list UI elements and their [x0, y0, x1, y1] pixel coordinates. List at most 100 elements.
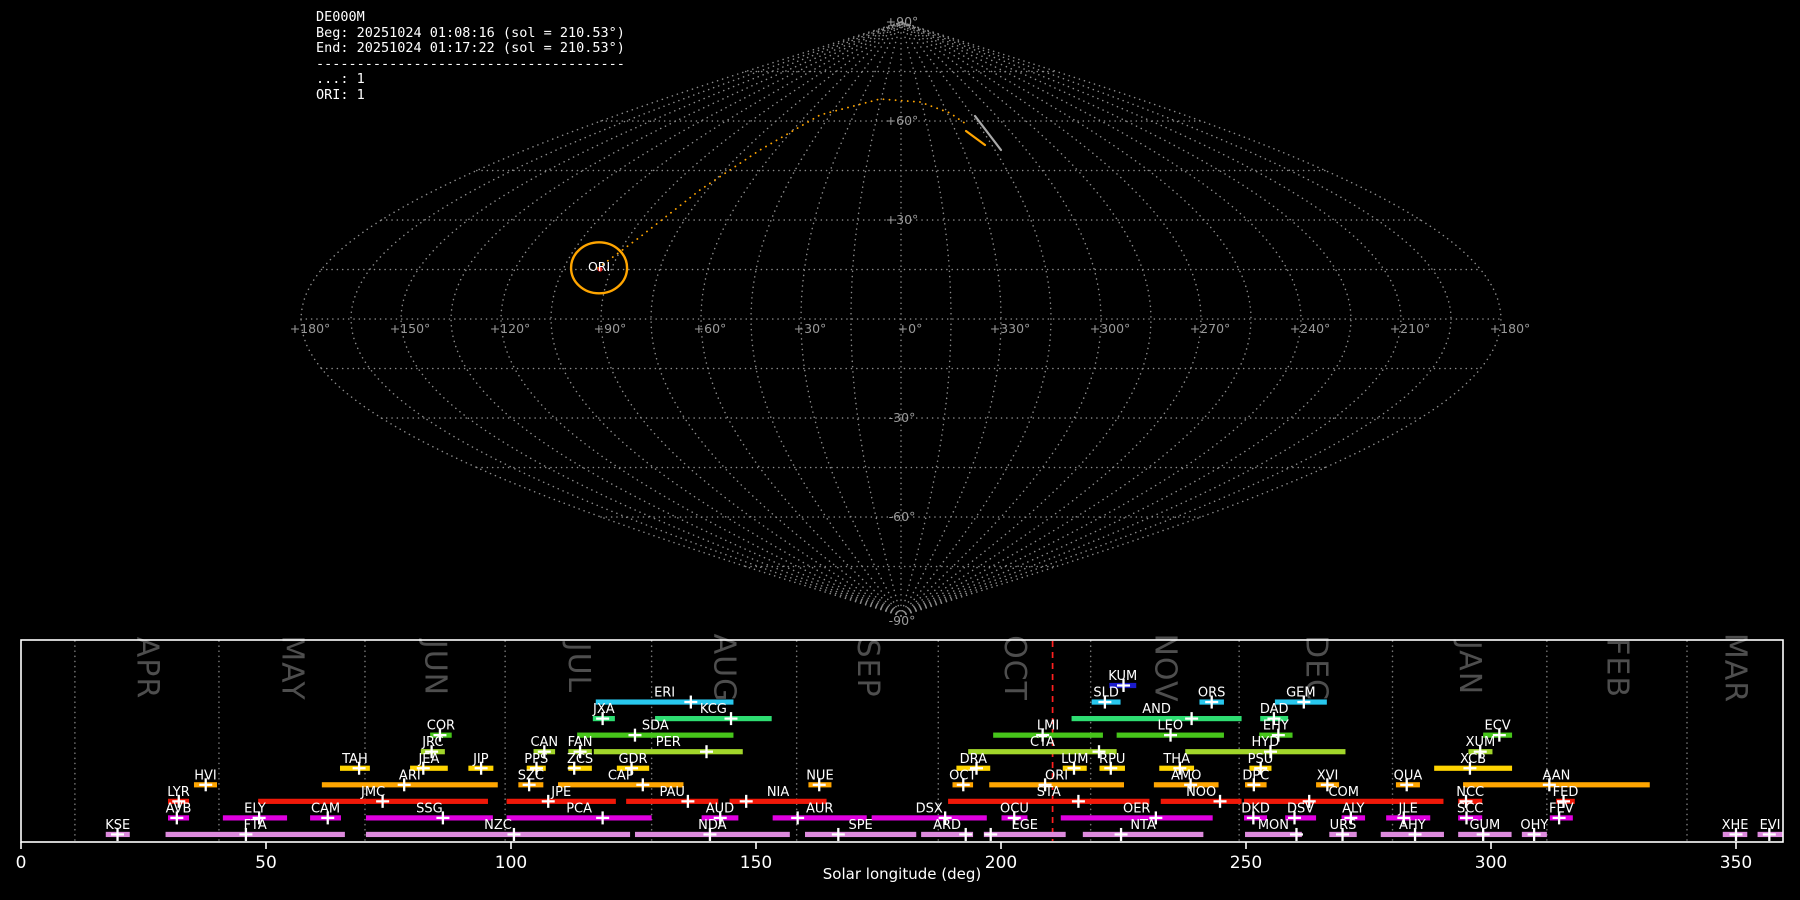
longitude-label: +120° — [490, 321, 531, 336]
shower-label: ORI — [1045, 768, 1068, 783]
longitude-label: +330° — [990, 321, 1031, 336]
shower-label: KSE — [105, 818, 130, 833]
shower-label: NOO — [1186, 785, 1216, 800]
x-axis-title: Solar longitude (deg) — [823, 865, 981, 883]
longitude-label: +240° — [1290, 321, 1331, 336]
longitude-label: +210° — [1390, 321, 1431, 336]
shower-label: JMC — [360, 785, 385, 800]
shower-label: ELY — [244, 801, 266, 816]
shower-label: KUM — [1108, 669, 1137, 684]
meridian-line — [900, 21, 1502, 617]
axis-tick-label: 150 — [740, 853, 772, 873]
month-label: JAN — [1452, 639, 1487, 695]
longitude-label: +90° — [594, 321, 627, 336]
shower-label: DAD — [1260, 702, 1289, 717]
month-label: SEP — [850, 638, 885, 697]
shower-label: XHE — [1722, 818, 1749, 833]
shower-label: CAP — [608, 768, 634, 783]
shower-label: OCT — [949, 768, 976, 783]
shower-label: AHY — [1399, 818, 1426, 833]
shower-label: LMI — [1037, 719, 1059, 734]
shower-label: PSU — [1248, 752, 1274, 767]
shower-label: ERI — [654, 686, 675, 701]
shower-label: ARD — [933, 818, 961, 833]
shower-label: OER — [1123, 801, 1150, 816]
shower-label: THA — [1162, 752, 1190, 767]
shower-label: XUM — [1466, 735, 1496, 750]
shower-label: GDR — [618, 752, 647, 767]
shower-label: AND — [1142, 702, 1171, 717]
shower-label: OCU — [1000, 801, 1029, 816]
shower-label: CAN — [530, 735, 558, 750]
shower-label: ECV — [1485, 719, 1511, 734]
month-label: MAY — [274, 635, 309, 700]
shower-label: PCA — [566, 801, 592, 816]
shower-label: ALY — [1342, 801, 1364, 816]
shower-label: EHY — [1263, 719, 1289, 734]
shower-label: SPE — [848, 818, 872, 833]
latitude-label: -90° — [889, 613, 916, 628]
shower-label: CTA — [1030, 735, 1055, 750]
shower-label: LEO — [1157, 719, 1183, 734]
month-label: OCT — [997, 635, 1032, 701]
shower-label: QUA — [1394, 768, 1423, 783]
shower-label: JXA — [592, 702, 615, 717]
longitude-label: +0° — [898, 321, 923, 336]
shower-label: PPS — [524, 752, 548, 767]
axis-tick-label: 300 — [1475, 853, 1507, 873]
axis-tick-label: 250 — [1230, 853, 1262, 873]
longitude-label: +150° — [390, 321, 431, 336]
shower-label: CAM — [311, 801, 340, 816]
shower-label: LUM — [1061, 752, 1088, 767]
longitude-label: +180° — [1490, 321, 1531, 336]
shower-label: JEA — [417, 752, 439, 767]
shower-label: NCC — [1456, 785, 1484, 800]
shower-label: FED — [1553, 785, 1579, 800]
shower-label: SLD — [1093, 686, 1119, 701]
month-label: JUL — [561, 641, 596, 694]
shower-label: LYR — [167, 785, 190, 800]
shower-label: PER — [656, 735, 681, 750]
shower-label: HVI — [194, 768, 217, 783]
shower-label: DSX — [916, 801, 943, 816]
shower-label: DSV — [1287, 801, 1314, 816]
shower-label: ZCS — [567, 752, 593, 767]
axis-tick-label: 200 — [985, 853, 1017, 873]
longitude-label: +60° — [694, 321, 727, 336]
shower-label: COR — [427, 719, 455, 734]
meridian-line — [850, 21, 902, 617]
shower-label: GUM — [1469, 818, 1500, 833]
month-label: NOV — [1147, 633, 1182, 702]
observation-header: DE000M Beg: 20251024 01:08:16 (sol = 210… — [316, 9, 625, 103]
meridian-line — [900, 21, 1052, 617]
month-label: JUN — [418, 638, 453, 696]
shower-label: OHY — [1520, 818, 1548, 833]
meteor-station-summary-window: DE000M Beg: 20251024 01:08:16 (sol = 210… — [0, 0, 1800, 900]
shower-label: DKD — [1241, 801, 1270, 816]
shower-label: TAH — [341, 752, 368, 767]
shower-label: SCC — [1457, 801, 1483, 816]
shower-label: DPC — [1242, 768, 1269, 783]
shower-label: AMO — [1171, 768, 1201, 783]
shower-label: XCB — [1460, 752, 1486, 767]
shower-label: STA — [1037, 785, 1061, 800]
shower-label: AUD — [706, 801, 734, 816]
month-label: APR — [129, 637, 164, 699]
month-label: MAR — [1718, 633, 1753, 703]
shower-label: SZC — [518, 768, 544, 783]
radiant-label: ORI — [588, 259, 610, 274]
shower-label: SSG — [416, 801, 443, 816]
shower-label: PAU — [659, 785, 684, 800]
shower-label: NUE — [806, 768, 833, 783]
shower-label: COM — [1328, 785, 1359, 800]
longitude-label: +270° — [1190, 321, 1231, 336]
shower-label: AUR — [806, 801, 833, 816]
meteor-observation-plot: +90° +60° +30° -30° -60° -90° +180° +150° +120° +… — [16, 14, 1784, 883]
shower-label: SDA — [642, 719, 669, 734]
shower-label: JLE — [1398, 801, 1418, 816]
latitude-label: -30° — [889, 410, 916, 425]
shower-label: JIP — [472, 752, 489, 767]
shower-label: HYD — [1251, 735, 1279, 750]
latitude-label: +30° — [886, 212, 919, 227]
shower-label: FAN — [568, 735, 593, 750]
